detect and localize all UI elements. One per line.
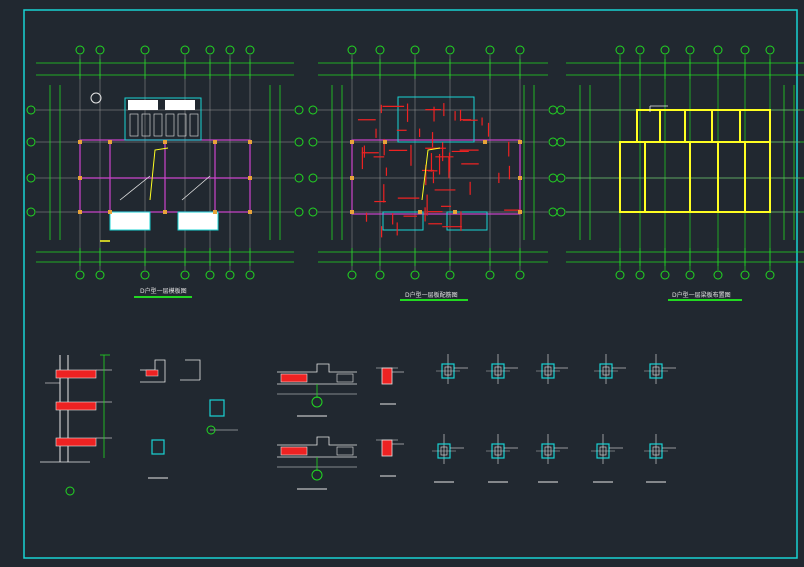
plan1-column (108, 140, 112, 144)
plan1-column (248, 176, 252, 180)
small-detail-rebar (145, 369, 159, 377)
plan2-column (483, 140, 487, 144)
plan1-column (163, 210, 167, 214)
plan1-column (248, 210, 252, 214)
plan1-column (78, 140, 82, 144)
wall-section-slab (55, 437, 97, 447)
plan-1-caption: D户型一层模板图 (140, 288, 187, 295)
drawing-background (0, 0, 804, 567)
plan1-column (213, 140, 217, 144)
plan1-column (78, 176, 82, 180)
plan2-column (383, 140, 387, 144)
plan2-column (418, 210, 422, 214)
plan1-column (248, 140, 252, 144)
plan-2-caption-underline (400, 299, 468, 301)
plan-2-caption: D户型一层板配筋图 (405, 292, 458, 299)
plan1-column (78, 210, 82, 214)
wall-section-slab (55, 401, 97, 411)
detail-rebar-fill (280, 446, 308, 456)
plan1-label-block (165, 100, 195, 110)
plan2-column (350, 210, 354, 214)
plan2-column (518, 210, 522, 214)
plan2-column (453, 210, 457, 214)
plan1-column (213, 210, 217, 214)
plan2-column (350, 176, 354, 180)
wall-section-slab (55, 369, 97, 379)
plan1-column (108, 210, 112, 214)
plan2-column (350, 140, 354, 144)
plan-3-caption-underline (668, 299, 742, 301)
plan-3-caption: D户型一层梁板布置图 (672, 292, 731, 299)
plan2-column (518, 176, 522, 180)
plan2-column (518, 140, 522, 144)
beam-elevation-body (381, 367, 393, 385)
plan1-column (163, 140, 167, 144)
plan1-label-block (128, 100, 158, 110)
plan1-bottom-block (109, 211, 151, 231)
detail-rebar-fill (280, 373, 308, 383)
cad-drawing-canvas (0, 0, 804, 567)
plan-1-caption-underline (134, 296, 192, 298)
beam-elevation-body (381, 439, 393, 457)
plan1-bottom-block (177, 211, 219, 231)
